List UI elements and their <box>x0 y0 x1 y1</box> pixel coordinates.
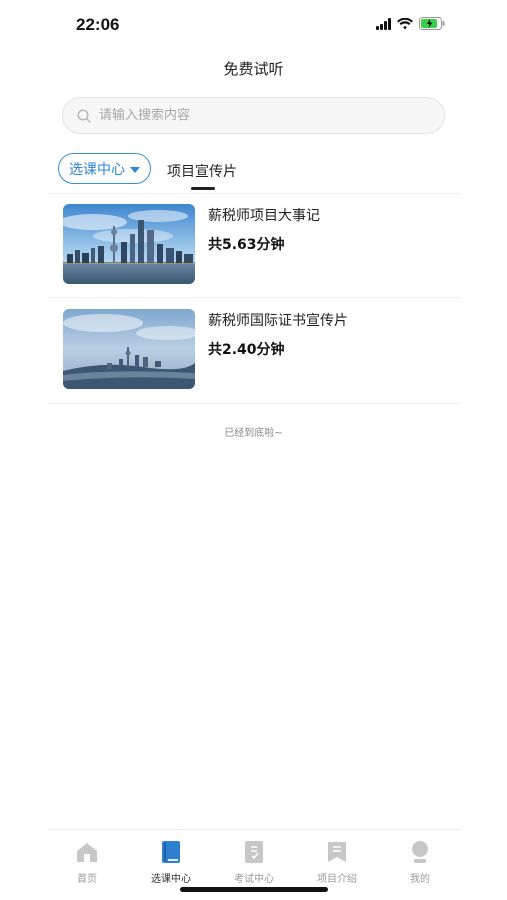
book-icon <box>162 841 180 863</box>
status-bar: 22:06 <box>0 0 507 50</box>
search-bar[interactable] <box>62 97 445 134</box>
tab-project-intro-label: 项目介绍 <box>317 874 357 885</box>
city-aerial-image <box>63 309 195 389</box>
tab-promo-videos[interactable]: 项目宣传片 <box>167 161 237 181</box>
video-duration: 共5.63分钟 <box>208 237 285 253</box>
video-duration: 共2.40分钟 <box>208 342 285 358</box>
category-dropdown[interactable]: 选课中心 <box>58 153 151 184</box>
divider <box>47 403 461 404</box>
video-title: 薪税师项目大事记 <box>208 208 320 224</box>
filter-tabs: 选课中心 项目宣传片 <box>58 153 458 190</box>
video-item[interactable]: 薪税师国际证书宣传片 共2.40分钟 <box>47 298 461 403</box>
tab-exam-center-label: 考试中心 <box>234 874 274 885</box>
page-title: 免费试听 <box>223 60 284 78</box>
list-end-text: 已经到底啦~ <box>224 428 283 439</box>
city-skyline-image <box>63 204 195 284</box>
active-tab-indicator <box>191 187 215 190</box>
tab-course-center-label: 选课中心 <box>151 874 191 885</box>
tab-home-label: 首页 <box>77 874 97 885</box>
exam-icon <box>245 841 263 863</box>
tab-course-center[interactable]: 选课中心 <box>141 840 201 885</box>
wifi-icon <box>397 17 413 29</box>
signal-icon <box>376 17 391 30</box>
category-dropdown-label: 选课中心 <box>69 161 125 178</box>
tab-home[interactable]: 首页 <box>57 840 117 885</box>
status-time: 22:06 <box>76 15 120 34</box>
status-icons <box>376 17 445 30</box>
home-icon <box>77 843 97 862</box>
home-indicator[interactable] <box>180 887 328 892</box>
search-icon <box>77 108 91 123</box>
video-title: 薪税师国际证书宣传片 <box>208 313 348 329</box>
tab-profile-label: 我的 <box>410 874 430 885</box>
caret-down-icon <box>130 166 140 173</box>
video-item[interactable]: 薪税师项目大事记 共5.63分钟 <box>47 193 461 298</box>
video-thumbnail[interactable] <box>63 309 195 389</box>
search-input[interactable] <box>99 108 399 123</box>
tab-project-intro[interactable]: 项目介绍 <box>307 840 367 885</box>
tab-profile[interactable]: 我的 <box>390 840 450 885</box>
profile-icon <box>412 841 428 863</box>
tab-exam-center[interactable]: 考试中心 <box>224 840 284 885</box>
video-thumbnail[interactable] <box>63 204 195 284</box>
battery-icon <box>419 17 445 30</box>
intro-icon <box>328 842 346 862</box>
